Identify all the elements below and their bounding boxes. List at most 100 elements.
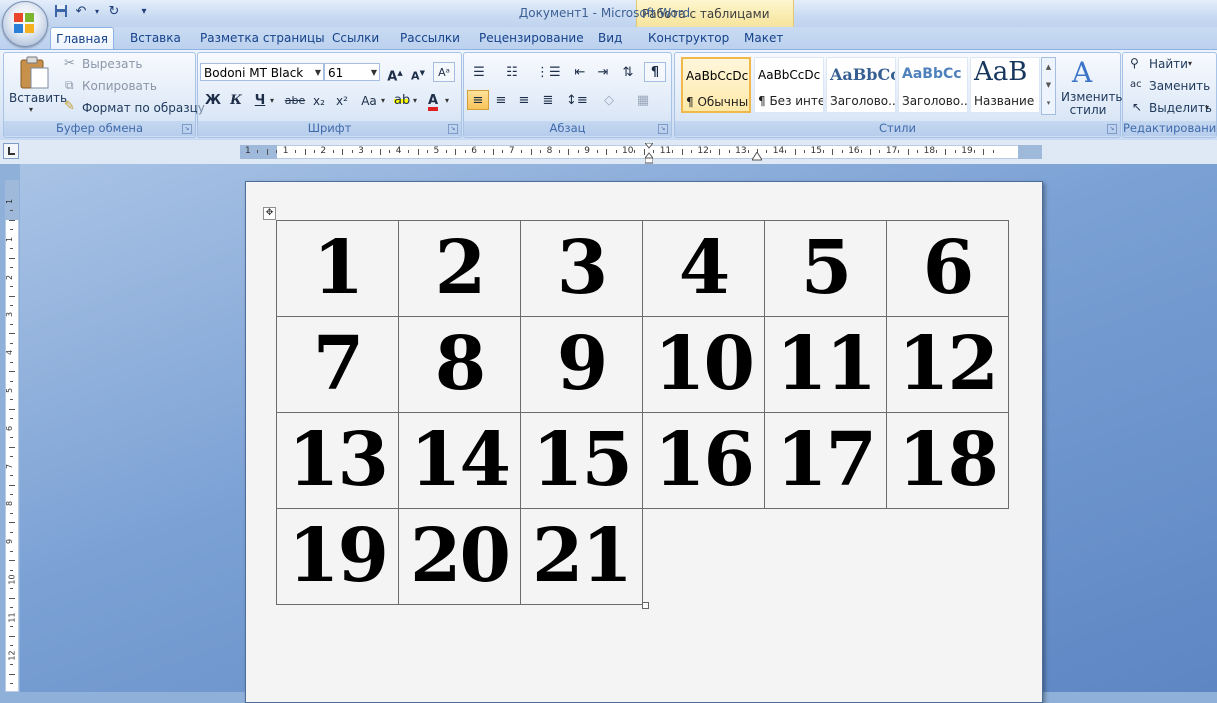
change-case-button[interactable]: Aa [356,90,382,110]
clear-formatting-icon[interactable]: Aᵃ [433,62,455,82]
more-styles-icon[interactable]: ▾ [1042,94,1055,112]
table-cell[interactable]: 6 [886,220,1009,317]
ruler-tick [10,531,13,533]
styles-launcher-icon[interactable]: ↘ [1107,124,1117,134]
subscript-button[interactable]: x₂ [308,90,330,110]
find-button[interactable]: ⚲ Найти ▾ [1130,56,1212,74]
table-cell[interactable]: 2 [398,220,521,317]
ruler-tick [559,150,561,153]
paste-button[interactable]: Вставить ▾ [9,56,67,114]
font-color-icon[interactable]: A [422,90,444,111]
tab-design[interactable]: Конструктор [648,29,729,48]
office-button[interactable] [2,1,48,47]
change-case-dropdown-icon[interactable]: ▾ [381,96,385,105]
table-cell[interactable]: 5 [764,220,887,317]
replace-button[interactable]: ac Заменить [1130,78,1212,96]
numbering-icon[interactable]: ☷ [501,62,523,82]
table-cell[interactable]: 3 [520,220,643,317]
font-family-select[interactable]: Bodoni MT Black ▼ [200,63,324,81]
scroll-down-icon[interactable]: ▼ [1042,76,1055,94]
table-cell[interactable]: 14 [398,412,521,509]
ruler-tick [10,267,13,269]
clipboard-launcher-icon[interactable]: ↘ [182,124,192,134]
table-cell[interactable]: 21 [520,508,643,605]
increase-indent-icon[interactable]: ⇥ [592,62,614,82]
shading-icon[interactable]: ◇ [598,90,620,110]
line-spacing-icon[interactable]: ↕≡ [565,90,588,110]
table-resize-handle-icon[interactable] [642,602,649,609]
cut-button[interactable]: ✂ Вырезать [64,56,194,74]
align-center-icon[interactable]: ≡ [490,90,512,110]
bold-button[interactable]: Ж [202,90,224,110]
format-painter-button[interactable]: ✎ Формат по образцу [64,99,205,118]
table-cell[interactable]: 17 [764,412,887,509]
style-name: ¶ Без инте... [758,94,823,108]
table-cell[interactable]: 13 [276,412,399,509]
ruler-tick [10,361,13,363]
justify-icon[interactable]: ≣ [537,90,559,110]
tab-page-layout[interactable]: Разметка страницы [200,29,325,48]
sort-icon[interactable]: ⇅ [617,62,639,82]
tab-layout[interactable]: Макет [744,29,783,48]
highlight-dropdown-icon[interactable]: ▾ [413,96,417,105]
select-button[interactable]: ↖ Выделить ▾ [1130,100,1212,118]
superscript-button[interactable]: x² [331,90,353,110]
table-cell[interactable]: 15 [520,412,643,509]
font-size-select[interactable]: 61 ▼ [324,63,380,81]
change-styles-button[interactable]: A Изменить стили [1058,56,1123,117]
underline-dropdown-icon[interactable]: ▾ [270,96,274,105]
table-cell[interactable]: 11 [764,316,887,413]
table-cell[interactable]: 19 [276,508,399,605]
binoculars-icon: ⚲ [1130,56,1139,70]
ruler-mark: 6 [5,425,15,431]
font-launcher-icon[interactable]: ↘ [448,124,458,134]
style-heading2[interactable]: AaBbCc Заголово... [898,57,968,113]
table-cell[interactable]: 4 [642,220,765,317]
show-marks-icon[interactable]: ¶ [644,62,666,82]
copy-button[interactable]: ⧉ Копировать [64,78,194,96]
table-cell[interactable]: 10 [642,316,765,413]
tab-insert[interactable]: Вставка [130,29,181,48]
table-cell[interactable]: 16 [642,412,765,509]
table-cell [887,509,1009,605]
paragraph-launcher-icon[interactable]: ↘ [658,124,668,134]
table-cell[interactable]: 7 [276,316,399,413]
table-cell[interactable]: 12 [886,316,1009,413]
tab-view[interactable]: Вид [598,29,622,48]
scroll-up-icon[interactable]: ▲ [1042,58,1055,76]
table-cell[interactable]: 1 [276,220,399,317]
tab-selector-icon[interactable] [3,143,19,159]
indent-marker-icon[interactable] [643,142,655,164]
style-no-spacing[interactable]: AaBbCcDc ¶ Без инте... [754,57,824,113]
bullets-icon[interactable]: ☰ [468,62,490,82]
multilevel-list-icon[interactable]: ⋮☰ [535,62,561,82]
tab-home[interactable]: Главная [50,27,114,50]
align-left-icon[interactable]: ≡ [467,90,489,110]
tab-mailings[interactable]: Рассылки [400,29,460,48]
table-cell[interactable]: 9 [520,316,643,413]
style-title[interactable]: AaB Название [970,57,1040,113]
style-heading1[interactable]: AaBbCc Заголово... [826,57,896,113]
decrease-indent-icon[interactable]: ⇤ [569,62,591,82]
strikethrough-button[interactable]: abe [282,90,308,110]
table-cell[interactable]: 8 [398,316,521,413]
tab-references[interactable]: Ссылки [332,29,379,48]
borders-icon[interactable]: ▦ [632,90,654,110]
styles-scroll[interactable]: ▲ ▼ ▾ [1041,57,1056,115]
font-color-dropdown-icon[interactable]: ▾ [445,96,449,105]
right-indent-marker-icon[interactable] [751,150,763,161]
table-cell[interactable]: 18 [886,412,1009,509]
table-move-handle-icon[interactable]: ✥ [263,207,276,220]
highlight-icon[interactable]: ab [390,90,412,110]
table-cell[interactable]: 20 [398,508,521,605]
shrink-font-icon[interactable]: A▼ [407,62,429,83]
style-normal[interactable]: AaBbCcDc ¶ Обычный [681,57,751,113]
ruler-mark: 1 [5,198,15,205]
grow-font-icon[interactable]: A▲ [384,62,406,84]
ruler-tick [719,149,721,155]
underline-button[interactable]: Ч [249,90,271,110]
tab-review[interactable]: Рецензирование [479,29,584,48]
italic-button[interactable]: К [225,90,247,110]
number-table[interactable]: 1 2 3 4 5 6 7 8 9 10 11 12 13 14 15 16 17 18 19 20 21 [276,220,1009,605]
align-right-icon[interactable]: ≡ [513,90,535,110]
